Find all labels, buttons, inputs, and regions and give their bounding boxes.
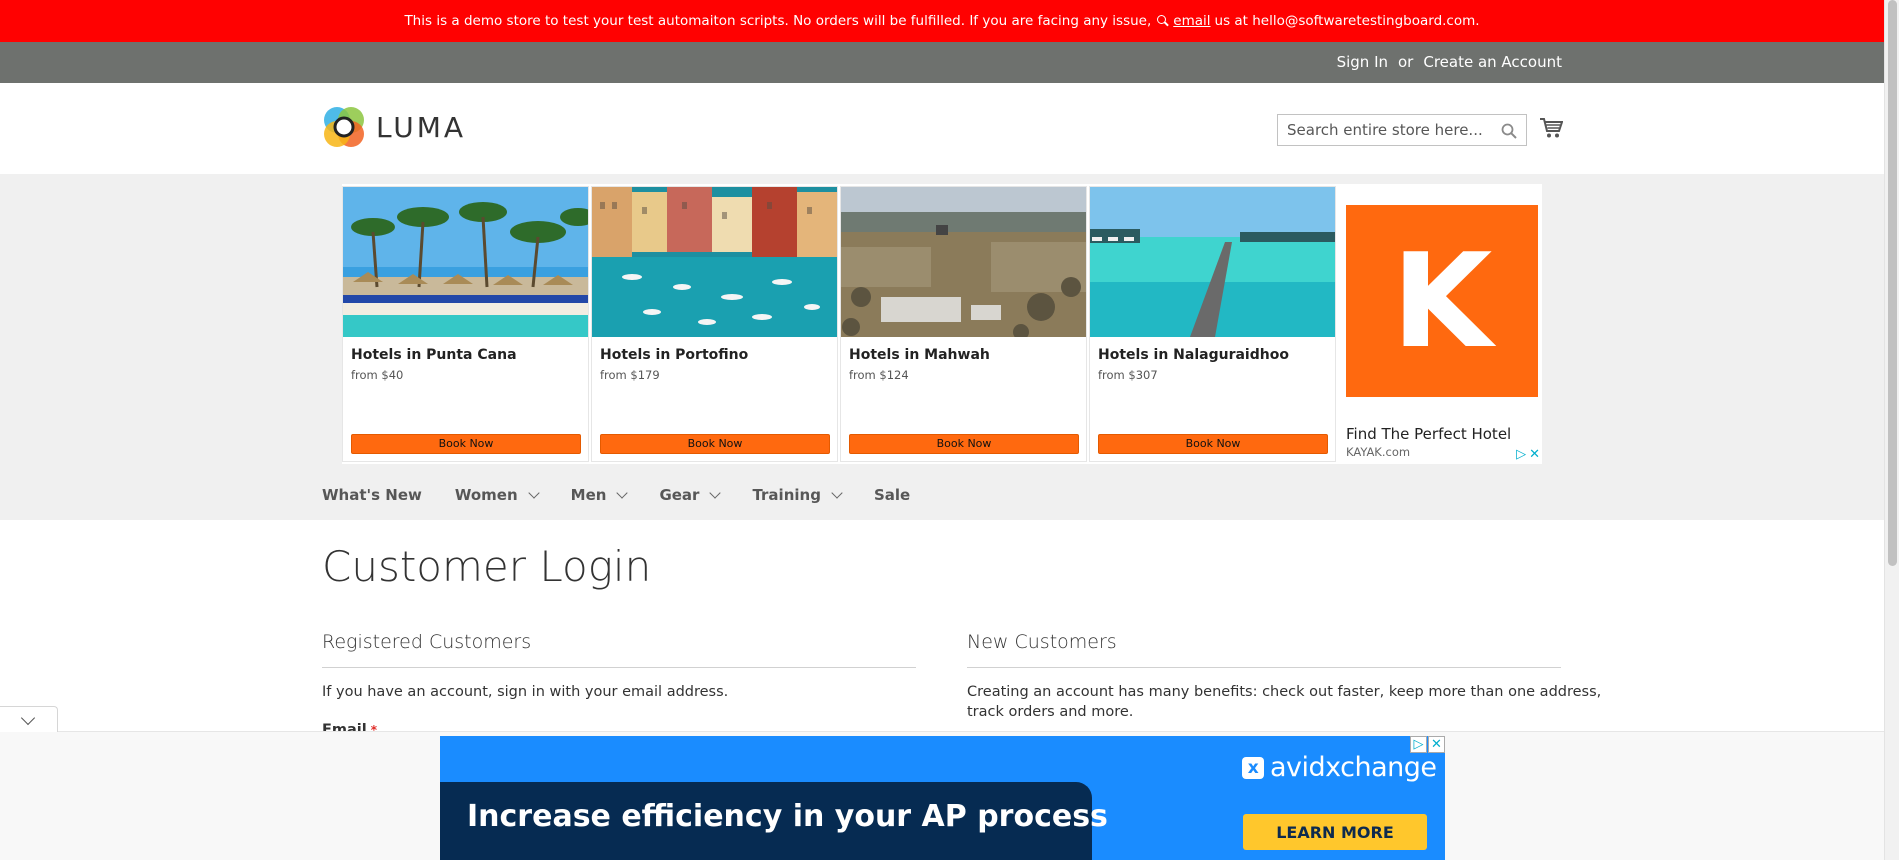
bottom-banner-ad[interactable]: Increase efficiency in your AP process x…: [440, 736, 1445, 860]
ad-choices-icon[interactable]: ▷: [1516, 448, 1526, 461]
divider: [967, 667, 1561, 668]
cart-icon[interactable]: [1539, 117, 1563, 139]
book-now-button[interactable]: Book Now: [600, 434, 830, 454]
page-title: Customer Login: [322, 542, 652, 591]
demo-notice-contact: us at hello@softwaretestingboard.com.: [1214, 13, 1480, 29]
book-now-button[interactable]: Book Now: [849, 434, 1079, 454]
nav-item-men[interactable]: Men: [570, 486, 629, 504]
chevron-down-icon: [527, 487, 540, 499]
book-now-button[interactable]: Book Now: [351, 434, 581, 454]
hotel-name: Hotels in Punta Cana: [351, 347, 517, 363]
nav-label: What's New: [322, 486, 422, 504]
new-customers-note-line: Creating an account has many benefits: c…: [967, 684, 1602, 700]
avidxchange-mark: x: [1242, 756, 1264, 779]
hotel-name: Hotels in Nalaguraidhoo: [1098, 347, 1289, 363]
hotel-photo: [592, 187, 837, 337]
hotel-card[interactable]: Hotels in Portofino from $179 Book Now: [591, 186, 838, 462]
collapse-ad-button[interactable]: [0, 706, 58, 732]
main-navigation: What's New Women Men Gear Training Sale: [322, 486, 943, 504]
registered-customers-note: If you have an account, sign in with you…: [322, 684, 729, 700]
chevron-down-icon: [709, 487, 722, 499]
site-header: LUMA: [0, 83, 1884, 174]
header-links: Sign In or Create an Account: [1337, 53, 1562, 71]
kayak-domain: KAYAK.com: [1346, 445, 1411, 459]
top-links-bar: Sign In or Create an Account: [0, 42, 1884, 83]
hotel-card[interactable]: Hotels in Nalaguraidhoo from $307 Book N…: [1089, 186, 1336, 462]
nav-item-training[interactable]: Training: [752, 486, 843, 504]
close-ad-icon[interactable]: ✕: [1428, 736, 1445, 753]
divider: [322, 667, 916, 668]
hotel-name: Hotels in Portofino: [600, 347, 749, 363]
avidxchange-logo: x avidxchange: [1242, 752, 1437, 783]
search-icon: [1157, 15, 1169, 27]
vertical-scrollbar[interactable]: [1884, 0, 1899, 860]
hotel-card[interactable]: Hotels in Punta Cana from $40 Book Now: [342, 186, 589, 462]
hotel-price: from $124: [849, 368, 909, 382]
scrollbar-thumb[interactable]: [1888, 0, 1897, 566]
kayak-logo: K: [1346, 205, 1538, 397]
or-separator: or: [1398, 53, 1414, 71]
nav-label: Training: [752, 486, 821, 504]
avidxchange-brand: avidxchange: [1270, 752, 1437, 783]
hotel-price: from $40: [351, 368, 404, 382]
nav-item-sale[interactable]: Sale: [874, 486, 910, 504]
search-box: [1277, 114, 1527, 146]
luma-logo[interactable]: LUMA: [322, 105, 466, 149]
create-account-link[interactable]: Create an Account: [1423, 53, 1562, 71]
hotel-photo: [841, 187, 1086, 337]
search-icon[interactable]: [1501, 123, 1517, 139]
hotel-ad: Hotels in Punta Cana from $40 Book Now H…: [342, 184, 1542, 464]
registered-customers-title: Registered Customers: [322, 631, 532, 653]
learn-more-button[interactable]: LEARN MORE: [1243, 814, 1427, 850]
hotel-photo: [343, 187, 588, 337]
nav-label: Men: [570, 486, 607, 504]
luma-logo-icon: [324, 107, 364, 147]
kayak-ad-panel[interactable]: K Find The Perfect Hotel KAYAK.com ▷ ✕: [1340, 184, 1542, 464]
hotel-name: Hotels in Mahwah: [849, 347, 990, 363]
nav-label: Sale: [873, 486, 911, 504]
book-now-button[interactable]: Book Now: [1098, 434, 1328, 454]
chevron-down-icon: [831, 487, 843, 499]
hotel-price: from $307: [1098, 368, 1158, 382]
logo-text: LUMA: [376, 110, 467, 144]
hotel-photo: [1090, 187, 1335, 337]
search-input[interactable]: [1278, 115, 1526, 145]
new-customers-note: Creating an account has many benefits: c…: [967, 682, 1601, 722]
demo-notice-banner: This is a demo store to test your test a…: [0, 0, 1884, 42]
nav-item-gear[interactable]: Gear: [659, 486, 722, 504]
kayak-title: Find The Perfect Hotel: [1346, 425, 1512, 443]
nav-label: Women: [454, 486, 518, 504]
hotel-card[interactable]: Hotels in Mahwah from $124 Book Now: [840, 186, 1087, 462]
ad-choices-icon[interactable]: ▷: [1410, 736, 1427, 753]
kayak-logo-letter: K: [1391, 225, 1493, 377]
nav-item-whats-new[interactable]: What's New: [322, 486, 422, 504]
nav-item-women[interactable]: Women: [454, 486, 540, 504]
ad-choices: ▷ ✕: [1516, 448, 1540, 461]
email-link[interactable]: email: [1173, 13, 1210, 29]
hotel-price: from $179: [600, 368, 660, 382]
new-customers-title: New Customers: [967, 631, 1117, 653]
ad-headline: Increase efficiency in your AP process: [467, 799, 1108, 834]
demo-notice-text: This is a demo store to test your test a…: [404, 13, 1152, 29]
ad-controls: ▷ ✕: [1410, 736, 1445, 753]
nav-label: Gear: [659, 486, 700, 504]
new-customers-note-line: track orders and more.: [967, 704, 1134, 720]
chevron-down-icon: [616, 487, 629, 499]
sign-in-link[interactable]: Sign In: [1337, 53, 1388, 71]
close-ad-icon[interactable]: ✕: [1529, 448, 1540, 461]
